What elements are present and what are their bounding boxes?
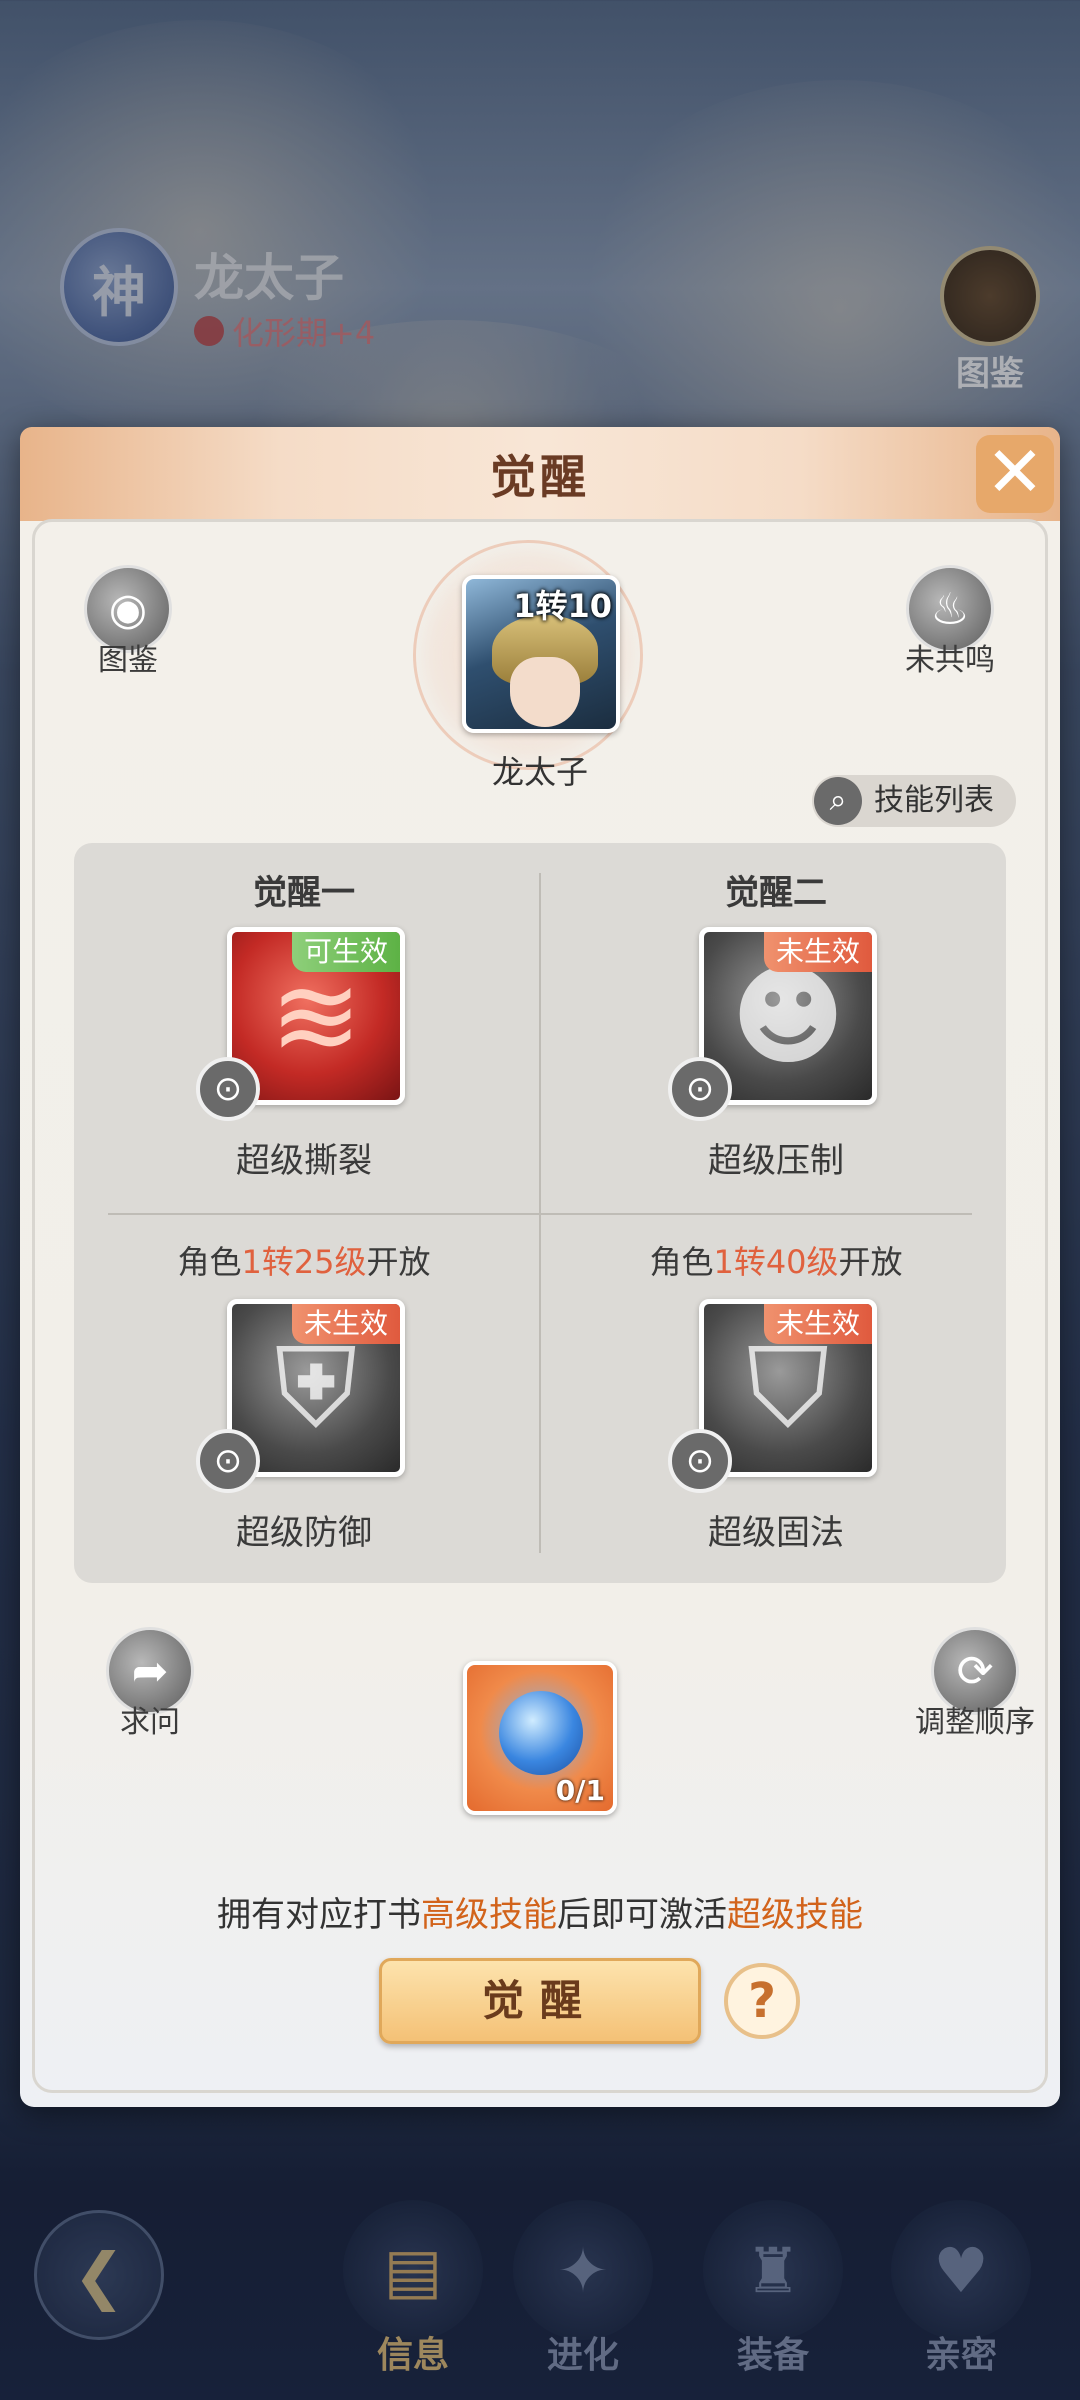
skill-list-label: 技能列表 (874, 783, 994, 818)
status-badge: 未生效 (291, 1304, 400, 1344)
tujian-button[interactable]: ◉ 图鉴 (68, 565, 188, 679)
hero-face-art (510, 657, 580, 727)
hint-part: 拥有对应打书 (217, 1895, 421, 1935)
orb-icon (499, 1691, 583, 1775)
awakening-slot-4[interactable]: 角色1转40级开放 ⛉ 未生效 ⊙ 超级固法 (556, 1215, 996, 1575)
awakening-slot-1[interactable]: 觉醒一 ≋ 可生效 ⊙ 超级撕裂 (84, 843, 524, 1203)
req-prefix: 角色 (177, 1243, 242, 1281)
close-icon: ✕ (985, 431, 1045, 513)
lock-icon: ⊙ (196, 1057, 260, 1121)
slot-title: 觉醒一 (253, 873, 355, 913)
skill-name: 超级撕裂 (236, 1141, 372, 1181)
record-book-icon: ◉ (84, 565, 172, 653)
help-button[interactable]: ? (724, 1963, 800, 2039)
status-badge: 可生效 (291, 932, 400, 972)
req-suffix: 开放 (366, 1243, 431, 1281)
hint-part: 后即可激活 (557, 1895, 727, 1935)
req-prefix: 角色 (649, 1243, 714, 1281)
slot-requirement: 角色1转40级开放 (556, 1237, 996, 1283)
status-badge: 未生效 (763, 1304, 872, 1344)
hero-rank: 1转10 (513, 587, 612, 625)
lock-icon: ⊙ (196, 1429, 260, 1493)
modal-title: 觉醒 (490, 450, 590, 504)
awakening-item-slot[interactable]: 0/1 (463, 1661, 617, 1815)
req-level: 1转25级 (241, 1243, 367, 1281)
lock-icon: ⊙ (668, 1429, 732, 1493)
modal-header: 觉醒 ✕ (20, 427, 1060, 521)
search-icon: ⌕ (814, 777, 862, 825)
share-arrow-icon: ➦ (106, 1627, 194, 1715)
resonance-button[interactable]: ♨ 未共鸣 (890, 565, 1010, 679)
skill-list-button[interactable]: ⌕ 技能列表 (812, 775, 1016, 827)
hint-highlight: 高级技能 (421, 1895, 557, 1935)
flame-icon: ♨ (906, 565, 994, 653)
refresh-icon: ⟳ (931, 1627, 1019, 1715)
item-count: 0/1 (555, 1774, 605, 1807)
reorder-label: 调整顺序 (915, 1705, 1035, 1740)
hero-name: 龙太子 (491, 753, 588, 791)
skill-name: 超级压制 (708, 1141, 844, 1181)
ask-button[interactable]: ➦ 求问 (90, 1627, 210, 1741)
slot-title: 觉醒二 (725, 873, 827, 913)
skill-name: 超级固法 (708, 1513, 844, 1553)
hint-text: 拥有对应打书高级技能后即可激活超级技能 (20, 1887, 1060, 1936)
awakening-modal: 觉醒 ✕ ◉ 图鉴 ♨ 未共鸣 1转10 龙太子 ⌕ 技能列表 觉醒一 ≋ 可生… (20, 427, 1060, 2107)
ask-label: 求问 (120, 1705, 180, 1740)
awaken-button[interactable]: 觉醒 (379, 1958, 701, 2044)
awakening-slot-3[interactable]: 角色1转25级开放 ⛨ 未生效 ⊙ 超级防御 (84, 1215, 524, 1575)
skill-name: 超级防御 (236, 1513, 372, 1553)
tujian-label: 图鉴 (98, 643, 158, 678)
close-button[interactable]: ✕ (976, 435, 1054, 513)
awakening-grid: 觉醒一 ≋ 可生效 ⊙ 超级撕裂 觉醒二 ☻ 未生效 ⊙ 超级压制 角色1转25… (74, 843, 1006, 1583)
resonance-label: 未共鸣 (905, 643, 995, 678)
awakening-slot-2[interactable]: 觉醒二 ☻ 未生效 ⊙ 超级压制 (556, 843, 996, 1203)
req-level: 1转40级 (713, 1243, 839, 1281)
lock-icon: ⊙ (668, 1057, 732, 1121)
hint-highlight: 超级技能 (727, 1895, 863, 1935)
reorder-button[interactable]: ⟳ 调整顺序 (900, 1627, 1050, 1741)
hero-portrait[interactable]: 1转10 (462, 575, 620, 733)
status-badge: 未生效 (763, 932, 872, 972)
req-suffix: 开放 (838, 1243, 903, 1281)
slot-requirement: 角色1转25级开放 (84, 1237, 524, 1283)
